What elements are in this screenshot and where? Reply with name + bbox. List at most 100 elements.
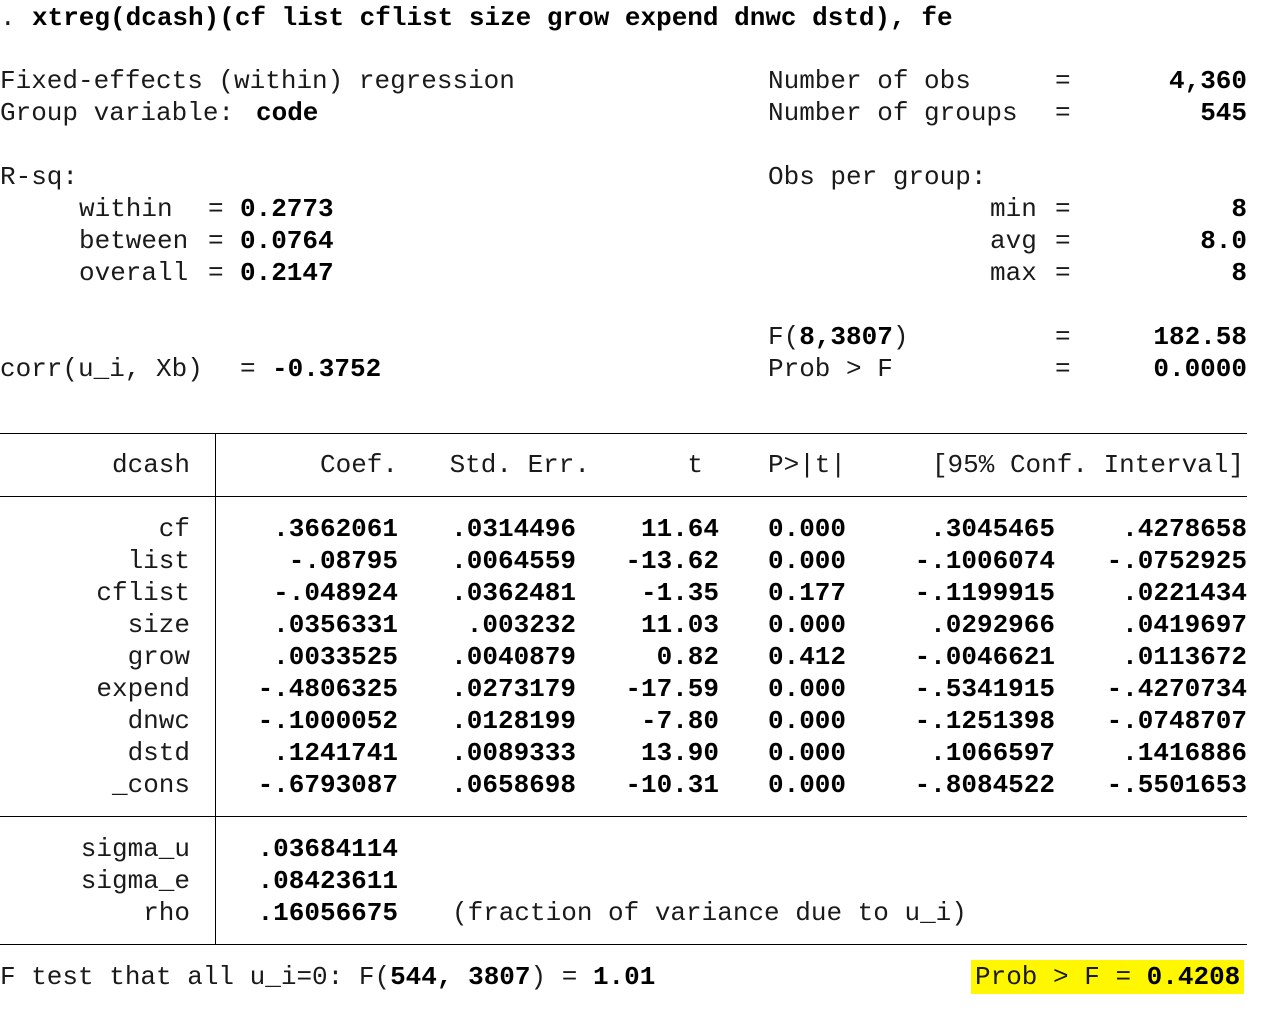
max-value: 8	[1231, 258, 1247, 288]
avg-value: 8.0	[1200, 226, 1247, 256]
nobs-eq: =	[1055, 66, 1071, 96]
row-coef: -.08795	[288, 546, 398, 576]
sigma-e-value: .08423611	[257, 866, 398, 896]
row-ci-low: -.5341915	[914, 674, 1055, 704]
row-ci-high: -.0752925	[1106, 546, 1247, 576]
table-bottom-rule	[0, 944, 1247, 945]
row-t: 0.82	[656, 642, 719, 672]
row-ci-low: -.1251398	[914, 706, 1055, 736]
within-eq: =	[208, 194, 224, 224]
row-stderr: .0273179	[451, 674, 576, 704]
table-middle-rule	[0, 816, 1247, 817]
row-coef: -.6793087	[257, 770, 398, 800]
f-test-text: F test that all u_i=0: F(544, 3807) = 1.…	[0, 962, 656, 992]
row-p: 0.000	[768, 706, 847, 736]
nobs-label: Number of obs	[768, 66, 971, 96]
f-test-prob-highlight: Prob > F = 0.4208	[971, 960, 1245, 994]
col-header-p: P>|t|	[768, 450, 847, 480]
overall-label: overall	[79, 258, 189, 288]
within-label: within	[79, 194, 173, 224]
row-ci-high: -.0748707	[1106, 706, 1247, 736]
between-eq: =	[208, 226, 224, 256]
row-var: cflist	[96, 578, 190, 608]
row-p: 0.000	[768, 674, 847, 704]
row-coef: -.048924	[273, 578, 398, 608]
row-ci-high: .0113672	[1122, 642, 1247, 672]
within-value: 0.2773	[240, 194, 334, 224]
row-var: expend	[96, 674, 190, 704]
col-header-t: t	[687, 450, 703, 480]
corr-value: -0.3752	[272, 354, 382, 384]
row-coef: -.4806325	[257, 674, 398, 704]
between-value: 0.0764	[240, 226, 334, 256]
corr-label: corr(u_i, Xb)	[0, 354, 203, 384]
row-stderr: .0314496	[451, 514, 576, 544]
row-ci-low: .1066597	[930, 738, 1055, 768]
row-ci-low: .0292966	[930, 610, 1055, 640]
f-stat-eq: =	[1055, 322, 1071, 352]
row-ci-low: .3045465	[930, 514, 1055, 544]
avg-label: avg	[990, 226, 1037, 256]
row-p: 0.000	[768, 738, 847, 768]
row-coef: -.1000052	[257, 706, 398, 736]
prob-f-label: Prob > F	[768, 354, 893, 384]
row-t: 11.64	[640, 514, 719, 544]
col-header-stderr: Std. Err.	[449, 450, 590, 480]
col-header-ci: [95% Conf. Interval]	[931, 450, 1244, 480]
row-ci-high: -.4270734	[1106, 674, 1247, 704]
row-p: 0.000	[768, 546, 847, 576]
ngroups-eq: =	[1055, 98, 1071, 128]
nobs-value: 4,360	[1168, 66, 1247, 96]
avg-eq: =	[1055, 226, 1071, 256]
row-t: -7.80	[640, 706, 719, 736]
row-var: dnwc	[127, 706, 190, 736]
rho-label: rho	[143, 898, 190, 928]
ngroups-value: 545	[1200, 98, 1247, 128]
rho-value: .16056675	[257, 898, 398, 928]
rho-note: (fraction of variance due to u_i)	[452, 898, 967, 928]
overall-eq: =	[208, 258, 224, 288]
command-prompt: .	[0, 3, 16, 33]
row-var: _cons	[111, 770, 190, 800]
col-header-coef: Coef.	[319, 450, 398, 480]
row-p: 0.000	[768, 610, 847, 640]
row-ci-high: .0221434	[1122, 578, 1247, 608]
row-t: -1.35	[640, 578, 719, 608]
regression-title: Fixed-effects (within) regression	[0, 66, 515, 96]
row-var: size	[127, 610, 190, 640]
row-stderr: .003232	[466, 610, 576, 640]
f-stat-label: F(8,3807)	[768, 322, 909, 352]
max-eq: =	[1055, 258, 1071, 288]
row-ci-high: -.5501653	[1106, 770, 1247, 800]
row-p: 0.000	[768, 514, 847, 544]
overall-value: 0.2147	[240, 258, 334, 288]
row-p: 0.412	[768, 642, 847, 672]
between-label: between	[79, 226, 189, 256]
row-p: 0.177	[768, 578, 847, 608]
corr-eq: =	[240, 354, 256, 384]
sigma-e-label: sigma_e	[80, 866, 190, 896]
row-stderr: .0362481	[451, 578, 576, 608]
row-ci-low: -.8084522	[914, 770, 1055, 800]
min-eq: =	[1055, 194, 1071, 224]
row-stderr: .0064559	[451, 546, 576, 576]
row-var: cf	[158, 514, 190, 544]
sigma-u-value: .03684114	[257, 834, 398, 864]
row-ci-low: -.1006074	[914, 546, 1055, 576]
group-variable-value: code	[256, 98, 319, 128]
row-p: 0.000	[768, 770, 847, 800]
rsq-label: R-sq:	[0, 162, 79, 192]
obs-per-group-label: Obs per group:	[768, 162, 987, 192]
row-ci-low: -.1199915	[914, 578, 1055, 608]
row-t: 11.03	[640, 610, 719, 640]
group-variable-label: Group variable:	[0, 98, 235, 128]
min-label: min	[990, 194, 1037, 224]
table-vertical-rule	[215, 433, 216, 945]
row-ci-high: .1416886	[1122, 738, 1247, 768]
max-label: max	[990, 258, 1037, 288]
table-header-rule	[0, 496, 1247, 497]
row-t: -17.59	[625, 674, 719, 704]
row-ci-low: -.0046621	[914, 642, 1055, 672]
prob-f-value: 0.0000	[1153, 354, 1247, 384]
row-var: grow	[127, 642, 190, 672]
